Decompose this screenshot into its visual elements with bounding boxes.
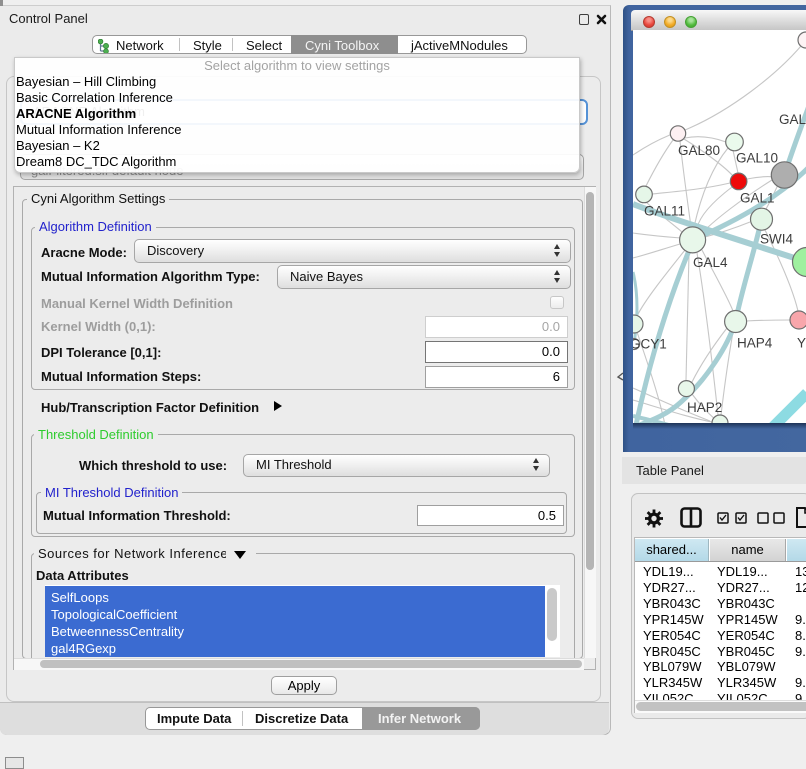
svg-text:GAL11: GAL11 — [644, 204, 685, 219]
svg-text:Y: Y — [797, 336, 806, 351]
svg-text:SWI4: SWI4 — [760, 232, 793, 247]
svg-text:HAP2: HAP2 — [687, 400, 722, 415]
svg-text:GAL1: GAL1 — [740, 191, 775, 206]
svg-text:GAL4: GAL4 — [693, 255, 728, 270]
svg-text:HAP4: HAP4 — [737, 336, 773, 351]
svg-text:GAL: GAL — [779, 112, 806, 127]
svg-text:GAL80: GAL80 — [678, 143, 720, 158]
svg-text:GCY1: GCY1 — [633, 337, 667, 352]
svg-text:GAL10: GAL10 — [736, 151, 778, 166]
